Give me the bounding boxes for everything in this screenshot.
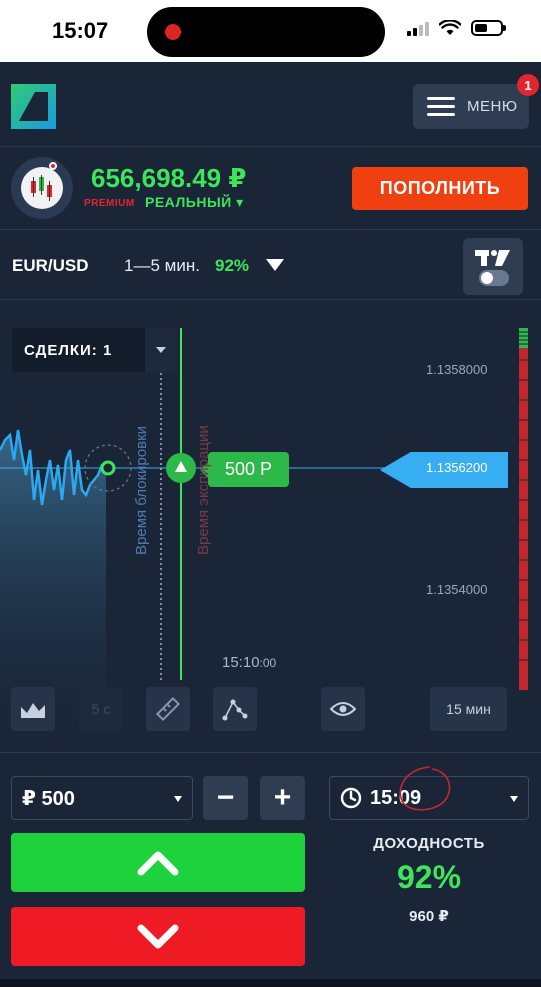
deposit-button[interactable]: ПОПОЛНИТЬ: [352, 167, 528, 210]
status-time: 15:07: [52, 18, 109, 43]
account-balance: 656,698.49 ₽: [91, 163, 247, 193]
chevron-up-icon: [137, 851, 179, 875]
drawing-tool-button[interactable]: [213, 687, 257, 731]
put-down-button[interactable]: [11, 907, 305, 966]
volume-indicator: [519, 328, 528, 690]
current-price-value: 1.1356200: [426, 460, 488, 475]
yield-amount: 960 ₽: [409, 908, 449, 925]
eye-icon: [330, 702, 356, 716]
trade-panel: ₽ 500 − + 15:09 ДОХОДНОСТЬ 92% 960 ₽: [0, 752, 541, 987]
price-axis-label: 1.1354000: [426, 582, 488, 597]
trade-amount-tag: 500 Р: [200, 452, 289, 487]
hamburger-icon: [427, 97, 455, 116]
entry-point-marker: [100, 460, 116, 476]
avatar-status-dot: [49, 162, 57, 170]
bottom-bar: [0, 979, 541, 987]
asset-bar: EUR/USD 1—5 мин. 92%: [0, 230, 541, 300]
handwritten-circle-annotation: [399, 766, 451, 811]
asset-payout[interactable]: 92%: [215, 256, 249, 276]
tradingview-logo-icon: [475, 248, 511, 271]
account-bar: 656,698.49 ₽ PREMIUM РЕАЛЬНЫЙ ▾ ПОПОЛНИТ…: [0, 146, 541, 230]
dynamic-island: [147, 7, 385, 57]
candlestick-avatar-icon: [31, 175, 52, 201]
yield-percent: 92%: [396, 859, 462, 895]
expiry-time-label: Время экспирации: [195, 425, 212, 555]
investment-amount-value: ₽ 500: [22, 787, 75, 810]
caret-down-icon: [510, 796, 518, 802]
battery-icon: [471, 20, 506, 36]
premium-label: PREMIUM: [84, 198, 135, 209]
price-axis-label: 1.1358000: [426, 362, 488, 377]
chevron-down-icon: [137, 924, 179, 948]
notification-badge: 1: [517, 74, 539, 96]
status-bar: 15:07: [0, 0, 541, 62]
ruler-icon: [155, 696, 181, 722]
account-type-selector[interactable]: РЕАЛЬНЫЙ ▾: [145, 194, 244, 211]
time-axis-label: 15:10:00: [222, 654, 277, 671]
chevron-down-icon: [145, 328, 177, 372]
avatar[interactable]: [11, 157, 73, 219]
call-up-button[interactable]: [11, 833, 305, 892]
chart-type-button[interactable]: [11, 687, 55, 731]
ruler-tool-button[interactable]: [146, 687, 190, 731]
trade-amount-value: 500 Р: [224, 459, 273, 479]
clock-icon: [340, 787, 362, 809]
asset-pair[interactable]: EUR/USD: [12, 256, 89, 276]
yield-label: ДОХОДНОСТЬ: [373, 835, 485, 852]
cellular-signal-icon: [407, 20, 429, 36]
timeframe-ghost-button[interactable]: 5 с: [79, 687, 123, 731]
top-bar: МЕНЮ 1: [0, 62, 541, 146]
menu-label: МЕНЮ: [467, 98, 518, 115]
chart-toolbar: 5 с 15 мин: [0, 687, 541, 735]
price-chart[interactable]: СДЕЛКИ: 1 1.1358000 1.1354000 1.1356200 …: [0, 300, 541, 752]
toggle-switch-icon: [479, 270, 509, 286]
area-chart-icon: [21, 703, 45, 718]
investment-amount-select[interactable]: ₽ 500: [11, 776, 193, 820]
deals-label: СДЕЛКИ: 1: [24, 341, 113, 359]
wifi-icon: [439, 20, 461, 35]
asset-dropdown-icon[interactable]: [266, 259, 284, 271]
visibility-toggle-button[interactable]: [321, 687, 365, 731]
tradingview-toggle-button[interactable]: [463, 238, 523, 295]
indicator-nodes-icon: [222, 699, 248, 721]
lock-time-label: Время блокировки: [133, 425, 150, 555]
increase-amount-button[interactable]: +: [260, 776, 305, 820]
duration-range[interactable]: 1—5 мин.: [124, 256, 200, 276]
caret-down-icon: [174, 796, 182, 802]
timeframe-button[interactable]: 15 мин: [430, 687, 507, 731]
decrease-amount-button[interactable]: −: [203, 776, 248, 820]
menu-button[interactable]: МЕНЮ: [413, 84, 529, 129]
deals-dropdown[interactable]: СДЕЛКИ: 1: [12, 328, 177, 372]
brand-logo[interactable]: [11, 84, 56, 129]
recording-indicator-icon: [165, 24, 181, 40]
